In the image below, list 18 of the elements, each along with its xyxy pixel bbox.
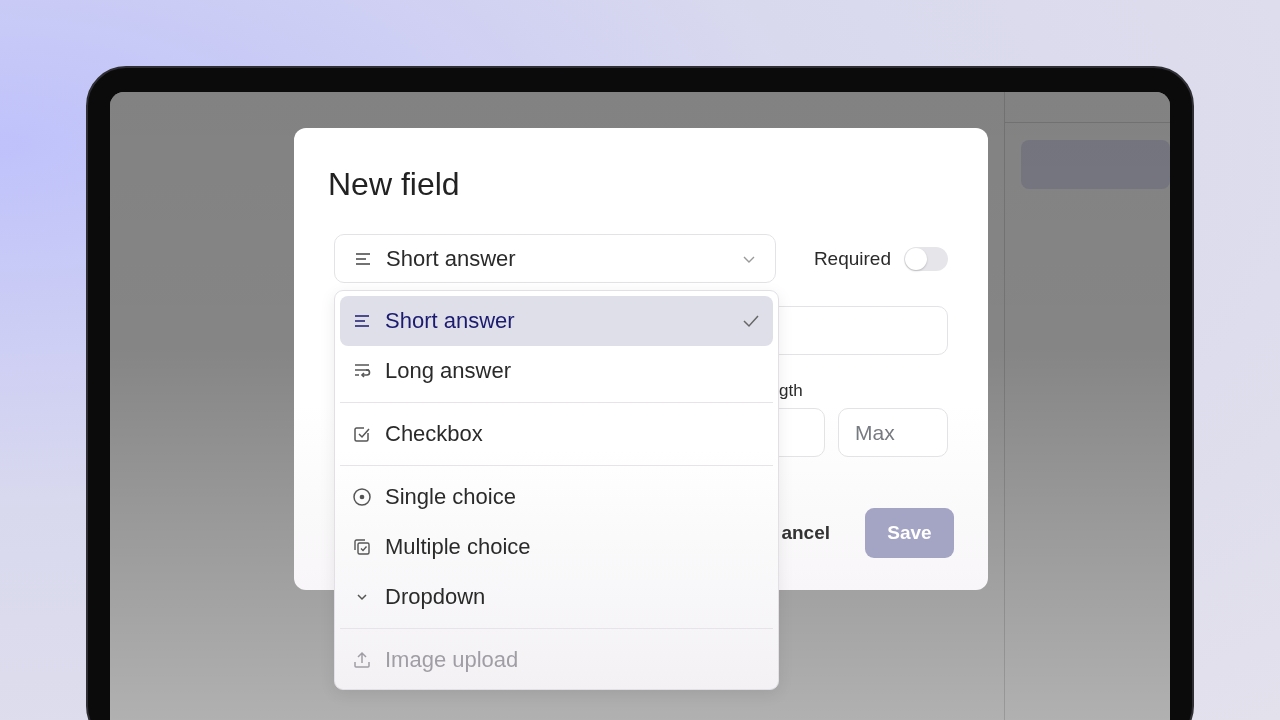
dialog-title: New field (328, 165, 461, 204)
required-toggle[interactable] (904, 246, 948, 271)
menu-item[interactable]: Short answer (340, 296, 773, 346)
menu-item[interactable]: Checkbox (340, 409, 773, 459)
menu-item[interactable]: Single choice (340, 472, 773, 522)
menu-item[interactable]: Long answer (340, 346, 773, 396)
required-label: Required (813, 247, 891, 270)
menu-item[interactable]: Multiple choice (340, 522, 773, 572)
length-label: gth (778, 382, 804, 400)
checkbox-icon (352, 424, 372, 444)
stacked-checkbox-icon (352, 537, 372, 557)
type-select[interactable]: Short answer (334, 234, 776, 283)
max-field[interactable]: Max (838, 408, 948, 457)
upload-icon (352, 650, 372, 670)
radio-icon (352, 487, 372, 507)
toolbar-button[interactable] (1021, 140, 1170, 189)
menu-item[interactable]: Dropdown (340, 572, 773, 622)
cancel-button[interactable]: ancel (781, 508, 848, 558)
